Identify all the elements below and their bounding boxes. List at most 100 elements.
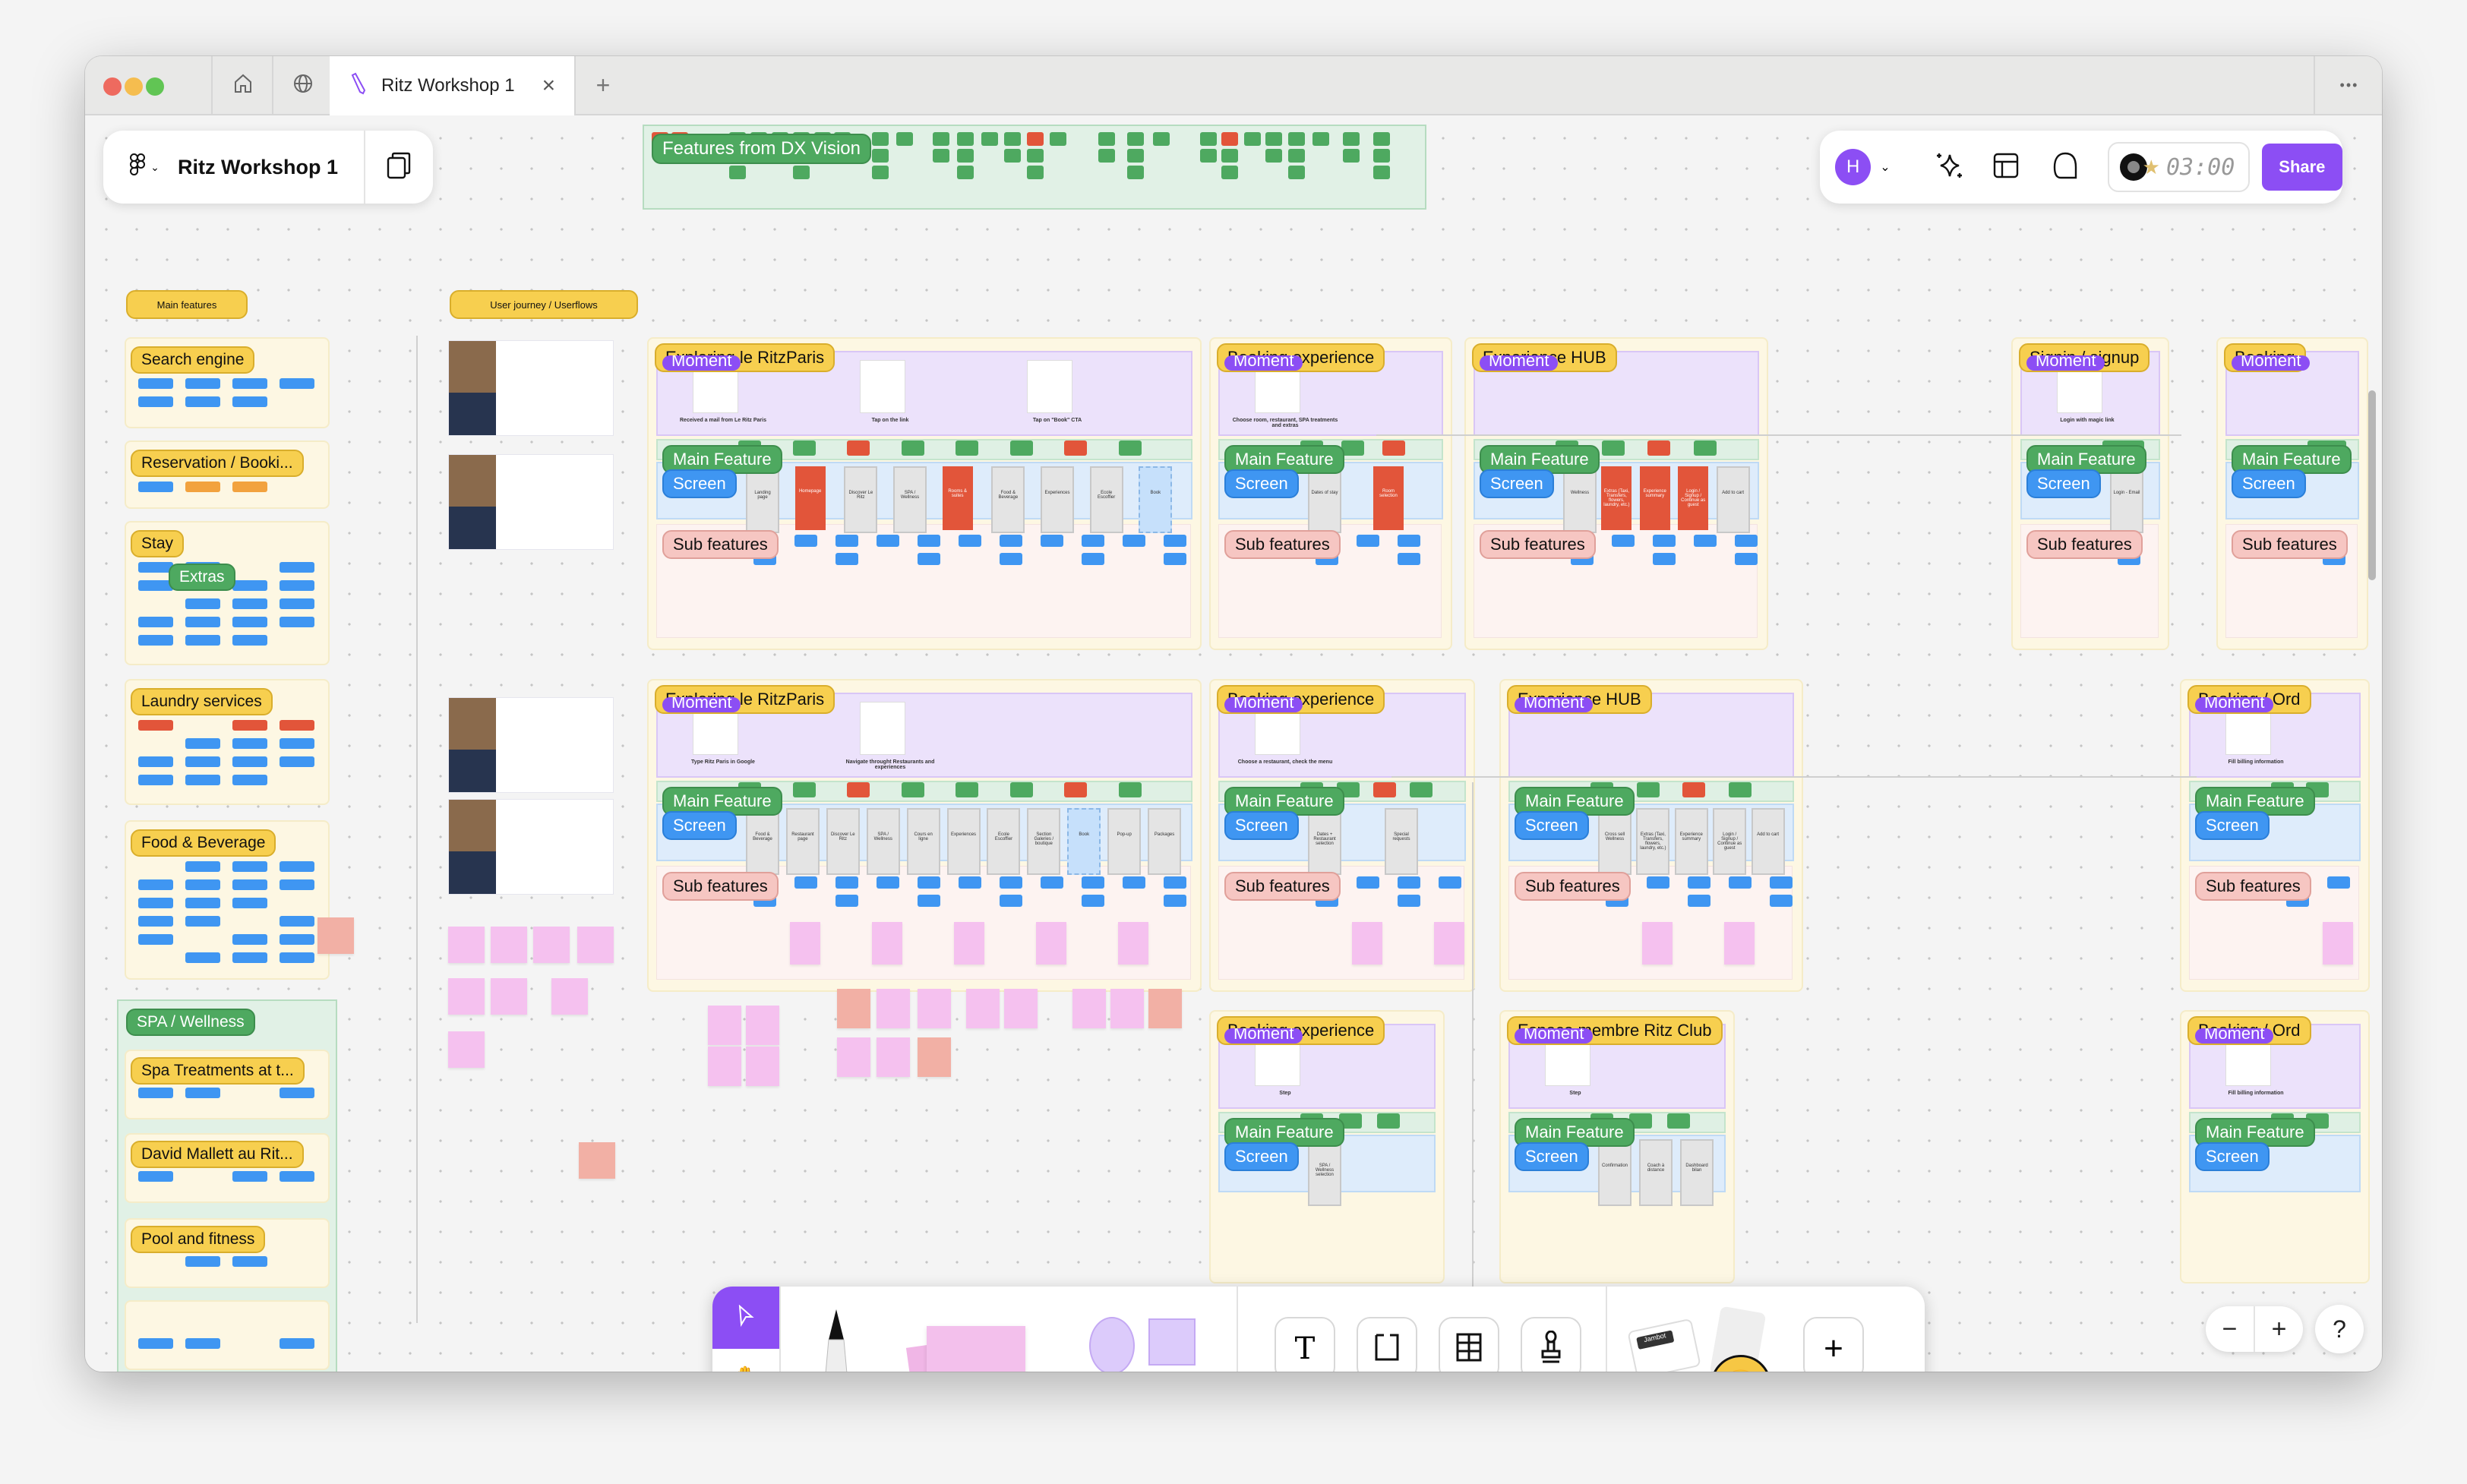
sub-feature-chip[interactable] bbox=[1164, 535, 1186, 547]
share-button[interactable]: Share bbox=[2261, 144, 2342, 191]
feature-chip[interactable] bbox=[138, 1088, 173, 1098]
sub-feature-chip[interactable] bbox=[1398, 876, 1420, 889]
sub-feature-chip[interactable] bbox=[1357, 535, 1379, 547]
persona-card[interactable] bbox=[448, 799, 614, 895]
sticky-note-tool[interactable] bbox=[905, 1318, 1030, 1372]
feature-card[interactable] bbox=[1265, 149, 1282, 163]
sticky-note[interactable] bbox=[1434, 922, 1464, 965]
feature-chip[interactable] bbox=[280, 738, 314, 749]
screen-card[interactable]: Food & Beverage bbox=[991, 466, 1025, 533]
main-feature-card[interactable] bbox=[1601, 440, 1625, 456]
screen-card[interactable]: SPA / Wellness selection bbox=[1308, 1139, 1341, 1206]
feature-chip[interactable] bbox=[280, 1171, 314, 1182]
feature-card[interactable] bbox=[1343, 149, 1360, 163]
feature-chip[interactable] bbox=[232, 934, 267, 945]
screen-card[interactable]: Dates + Restaurant selection bbox=[1308, 808, 1341, 875]
feature-chip[interactable] bbox=[232, 861, 267, 872]
sub-feature-chip[interactable] bbox=[1000, 876, 1022, 889]
main-feature-card[interactable] bbox=[1682, 782, 1705, 797]
stamp-tool[interactable] bbox=[1521, 1317, 1581, 1372]
feature-chip[interactable] bbox=[280, 598, 314, 609]
screen-card[interactable]: Extras (Taxi, Transfers, flowers, laundr… bbox=[1636, 808, 1670, 875]
sticky-note[interactable] bbox=[966, 989, 1000, 1028]
feature-card[interactable] bbox=[933, 149, 949, 163]
more-tools-button[interactable]: + bbox=[1803, 1317, 1864, 1372]
feature-chip[interactable] bbox=[138, 756, 173, 767]
feature-chip[interactable] bbox=[232, 580, 267, 591]
sticky-note[interactable] bbox=[837, 1037, 870, 1077]
sub-feature-chip[interactable] bbox=[1041, 876, 1063, 889]
feature-chip[interactable] bbox=[185, 861, 220, 872]
chevron-down-icon[interactable]: ⌄ bbox=[1880, 159, 1890, 175]
feature-chip[interactable] bbox=[185, 598, 220, 609]
user-avatar[interactable]: H bbox=[1835, 149, 1872, 185]
sub-feature-chip[interactable] bbox=[1398, 535, 1420, 547]
sticky-note[interactable] bbox=[872, 922, 902, 965]
sub-feature-chip[interactable] bbox=[1082, 535, 1104, 547]
sticky-note[interactable] bbox=[1072, 989, 1106, 1028]
sticky-note[interactable] bbox=[954, 922, 984, 965]
sub-feature-chip[interactable] bbox=[794, 876, 817, 889]
sub-feature-chip[interactable] bbox=[918, 535, 940, 547]
main-feature-card[interactable] bbox=[1009, 440, 1033, 456]
feature-card[interactable] bbox=[1244, 132, 1261, 146]
feature-chip[interactable] bbox=[138, 879, 173, 890]
feature-chip[interactable] bbox=[185, 898, 220, 908]
feature-chip[interactable] bbox=[232, 396, 267, 407]
sticky-note[interactable] bbox=[790, 922, 820, 965]
main-feature-card[interactable] bbox=[1667, 1113, 1691, 1129]
feature-chip[interactable] bbox=[185, 916, 220, 927]
feature-card[interactable] bbox=[1127, 166, 1144, 179]
timer-widget[interactable]: ★ 03:00 bbox=[2107, 142, 2250, 192]
feature-card[interactable] bbox=[957, 132, 974, 146]
sub-feature-chip[interactable] bbox=[1653, 553, 1676, 565]
screen-card[interactable]: Discover Le Ritz bbox=[826, 808, 860, 875]
screen-card[interactable]: Special requests bbox=[1385, 808, 1418, 875]
file-name[interactable]: Ritz Workshop 1 bbox=[178, 156, 364, 179]
sub-feature-chip[interactable] bbox=[2327, 876, 2350, 889]
screen-card[interactable]: Landing page bbox=[746, 466, 779, 533]
sub-feature-chip[interactable] bbox=[1082, 553, 1104, 565]
persona-card[interactable] bbox=[448, 697, 614, 793]
sub-feature-chip[interactable] bbox=[1612, 535, 1635, 547]
screen-card[interactable]: Experience summary bbox=[1674, 808, 1708, 875]
feature-card[interactable] bbox=[1127, 149, 1144, 163]
feature-card[interactable] bbox=[1200, 132, 1217, 146]
sticky-note[interactable] bbox=[1036, 922, 1066, 965]
minimize-window-button[interactable] bbox=[125, 77, 143, 96]
sub-feature-chip[interactable] bbox=[1357, 876, 1379, 889]
feature-card[interactable] bbox=[1288, 166, 1305, 179]
feature-chip[interactable] bbox=[232, 952, 267, 963]
feature-card[interactable] bbox=[1288, 132, 1305, 146]
pages-button[interactable] bbox=[363, 131, 433, 204]
feature-card[interactable] bbox=[1027, 166, 1044, 179]
screen-card[interactable]: Cross sell Wellness bbox=[1598, 808, 1632, 875]
spa-subsection[interactable] bbox=[125, 1300, 330, 1370]
feature-chip[interactable] bbox=[138, 775, 173, 785]
sticky-note[interactable] bbox=[918, 989, 951, 1028]
sub-feature-chip[interactable] bbox=[1653, 535, 1676, 547]
sticky-note[interactable] bbox=[877, 989, 910, 1028]
screen-card[interactable]: Login / Signup / Continue as guest bbox=[1713, 808, 1747, 875]
sub-feature-chip[interactable] bbox=[1082, 895, 1104, 907]
sub-feature-chip[interactable] bbox=[918, 876, 940, 889]
screen-card[interactable]: Experience summary bbox=[1639, 466, 1670, 530]
feature-chip[interactable] bbox=[280, 1338, 314, 1349]
feature-chip[interactable] bbox=[138, 482, 173, 492]
feature-card[interactable] bbox=[872, 166, 889, 179]
feature-chip[interactable] bbox=[280, 720, 314, 731]
feature-chip[interactable] bbox=[232, 1171, 267, 1182]
feature-chip[interactable] bbox=[280, 952, 314, 963]
feature-chip[interactable] bbox=[280, 861, 314, 872]
screen-card[interactable]: Section Galeries / boutique bbox=[1027, 808, 1061, 875]
sub-feature-chip[interactable] bbox=[1694, 535, 1717, 547]
feature-chip[interactable] bbox=[232, 598, 267, 609]
screen-card[interactable]: Experiences bbox=[1041, 466, 1074, 533]
screen-card[interactable]: Dashboard bilan bbox=[1680, 1139, 1714, 1206]
sub-feature-chip[interactable] bbox=[877, 876, 899, 889]
screen-card[interactable]: Login - Email bbox=[2110, 466, 2143, 533]
sub-feature-chip[interactable] bbox=[918, 895, 940, 907]
feature-chip[interactable] bbox=[232, 756, 267, 767]
sub-feature-chip[interactable] bbox=[959, 535, 981, 547]
feature-chip[interactable] bbox=[138, 720, 173, 731]
